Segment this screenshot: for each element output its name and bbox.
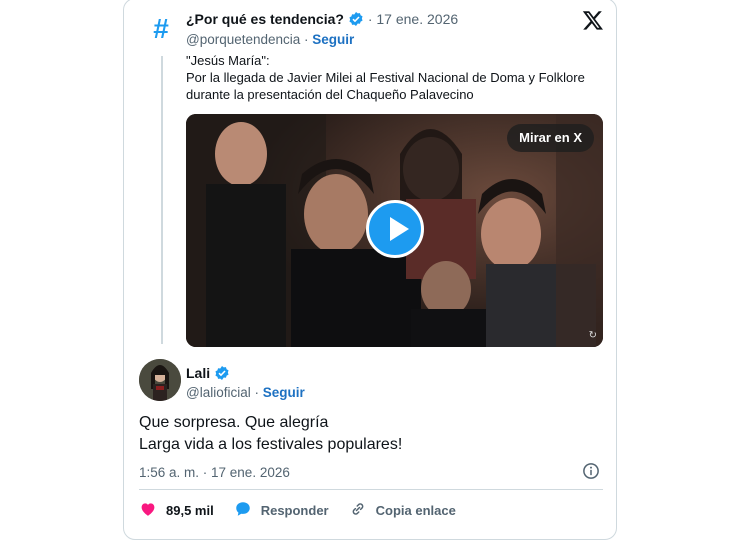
reply-button[interactable]: Responder	[234, 500, 329, 521]
link-icon	[349, 500, 376, 521]
divider	[139, 489, 603, 490]
post-text-line: Larga vida a los festivales populares!	[139, 436, 403, 453]
verified-badge-icon	[214, 365, 230, 384]
author-handle-row: @lalioficial · Seguir	[186, 385, 305, 400]
embedded-post-card: # ¿Por qué es tendencia? · 17 ene. 2026 …	[123, 0, 617, 540]
avatar[interactable]	[139, 359, 181, 401]
post-text: Que sorpresa. Que alegría Larga vida a l…	[139, 412, 402, 456]
like-count: 89,5 mil	[166, 503, 214, 518]
hashtag-avatar-icon[interactable]: #	[146, 14, 176, 44]
video-thumbnail[interactable]: Mirar en X ↻	[186, 114, 603, 347]
copy-link-button[interactable]: Copia enlace	[349, 500, 456, 521]
x-logo-icon[interactable]	[582, 9, 604, 36]
quoted-author-name[interactable]: ¿Por qué es tendencia?	[186, 11, 344, 27]
loop-icon: ↻	[588, 330, 597, 341]
quoted-author-row: ¿Por qué es tendencia? · 17 ene. 2026	[186, 11, 458, 30]
quoted-text-line: Por la llegada de Javier Milei al Festiv…	[186, 70, 585, 85]
post-text-line: Que sorpresa. Que alegría	[139, 414, 329, 431]
author-handle[interactable]: @lalioficial	[186, 385, 251, 400]
info-icon[interactable]	[582, 462, 600, 485]
follow-button[interactable]: Seguir	[263, 385, 305, 400]
heart-icon	[139, 500, 166, 521]
thread-line	[161, 56, 163, 344]
watch-on-x-button[interactable]: Mirar en X	[507, 124, 594, 152]
quoted-text-line: durante la presentación del Chaqueño Pal…	[186, 87, 474, 102]
quoted-post-text: "Jesús María": Por la llegada de Javier …	[186, 52, 606, 103]
copy-link-label: Copia enlace	[375, 503, 456, 518]
author-name[interactable]: Lali	[186, 365, 210, 381]
post-timestamp[interactable]: 1:56 a. m. · 17 ene. 2026	[139, 465, 290, 480]
play-button-icon[interactable]	[366, 200, 424, 258]
author-row: Lali	[186, 365, 230, 384]
reply-bubble-icon	[234, 500, 261, 521]
quoted-follow-button[interactable]: Seguir	[312, 32, 354, 47]
quoted-date[interactable]: 17 ene. 2026	[376, 11, 458, 27]
like-button[interactable]: 89,5 mil	[139, 500, 214, 521]
action-bar: 89,5 mil Responder Copia enlace	[139, 500, 476, 521]
quoted-text-line: "Jesús María":	[186, 53, 270, 68]
verified-badge-icon	[348, 11, 364, 30]
quoted-handle[interactable]: @porquetendencia	[186, 32, 300, 47]
reply-label: Responder	[260, 503, 329, 518]
quoted-handle-row: @porquetendencia · Seguir	[186, 32, 355, 47]
